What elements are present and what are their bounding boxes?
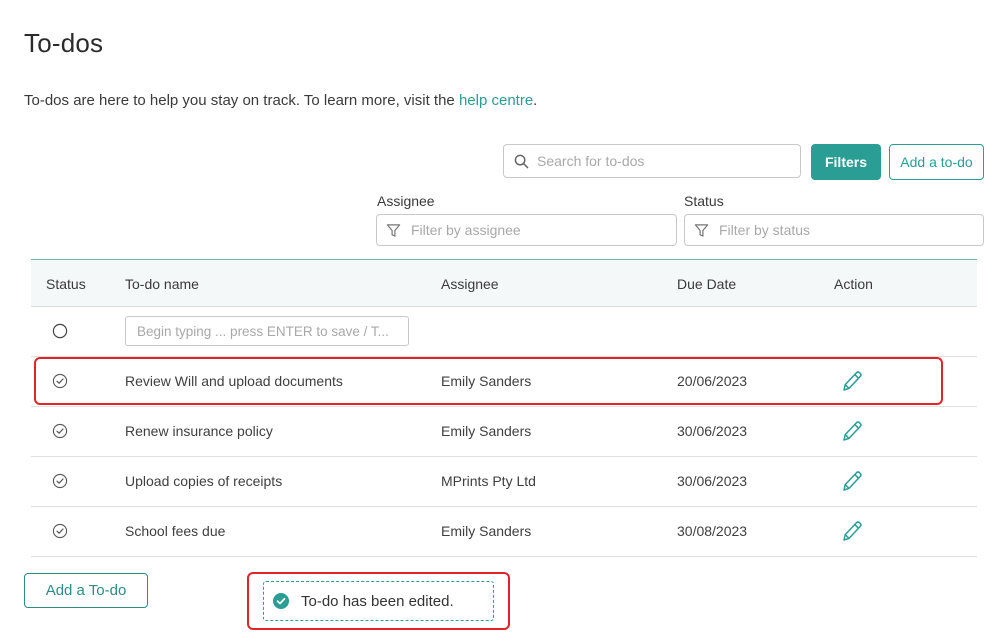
status-check-icon[interactable]: [52, 473, 68, 489]
status-filter-label: Status: [684, 193, 724, 209]
todos-table: Status To-do name Assignee Due Date Acti…: [31, 259, 977, 557]
todo-due-date: 20/06/2023: [677, 373, 748, 389]
todo-assignee: Emily Sanders: [441, 523, 532, 539]
search-input[interactable]: [535, 152, 789, 170]
toast-message: To-do has been edited.: [301, 592, 454, 610]
help-centre-link[interactable]: help centre: [459, 92, 533, 109]
assignee-filter[interactable]: [376, 214, 677, 246]
status-circle-icon[interactable]: [52, 323, 68, 339]
search-box[interactable]: [503, 144, 801, 178]
assignee-filter-label: Assignee: [377, 193, 435, 209]
todo-name: Review Will and upload documents: [125, 373, 343, 389]
edit-pencil-icon[interactable]: [841, 419, 863, 443]
todo-name: School fees due: [125, 523, 226, 539]
page-title: To-dos: [24, 28, 104, 58]
table-row: School fees due Emily Sanders 30/08/2023: [31, 507, 977, 557]
intro-text: To-dos are here to help you stay on trac…: [24, 92, 537, 109]
status-filter[interactable]: [684, 214, 984, 246]
todo-assignee: Emily Sanders: [441, 423, 532, 439]
intro-text-main: To-dos are here to help you stay on trac…: [24, 92, 459, 109]
header-action: Action: [834, 276, 873, 292]
todo-name: Upload copies of receipts: [125, 473, 283, 489]
status-check-icon[interactable]: [52, 423, 68, 439]
edit-pencil-icon[interactable]: [841, 369, 863, 393]
header-due-date[interactable]: Due Date: [677, 276, 736, 292]
header-todo-name[interactable]: To-do name: [125, 276, 199, 292]
status-check-icon[interactable]: [52, 523, 68, 539]
table-row: Upload copies of receipts MPrints Pty Lt…: [31, 457, 977, 507]
edit-pencil-icon[interactable]: [841, 469, 863, 493]
check-circle-icon: [273, 593, 289, 609]
table-header: Status To-do name Assignee Due Date Acti…: [31, 259, 977, 307]
todo-assignee: MPrints Pty Ltd: [441, 473, 536, 489]
todo-due-date: 30/08/2023: [677, 523, 748, 539]
new-todo-row: [31, 307, 977, 357]
filters-button[interactable]: Filters: [811, 144, 881, 180]
todo-due-date: 30/06/2023: [677, 423, 748, 439]
add-todo-button-bottom[interactable]: Add a To-do: [24, 573, 148, 608]
toast-notification: To-do has been edited.: [263, 581, 494, 621]
status-filter-input[interactable]: [717, 221, 961, 239]
todo-name: Renew insurance policy: [125, 423, 273, 439]
header-assignee[interactable]: Assignee: [441, 276, 499, 292]
header-status[interactable]: Status: [46, 276, 86, 292]
edit-pencil-icon[interactable]: [841, 519, 863, 543]
new-todo-input[interactable]: [125, 316, 409, 346]
filter-icon: [386, 223, 401, 237]
add-todo-button-top[interactable]: Add a to-do: [889, 144, 984, 180]
table-row: Review Will and upload documents Emily S…: [31, 357, 977, 407]
filter-icon: [694, 223, 709, 237]
status-check-icon[interactable]: [52, 373, 68, 389]
intro-text-end: .: [533, 92, 538, 109]
todo-assignee: Emily Sanders: [441, 373, 532, 389]
todo-due-date: 30/06/2023: [677, 473, 748, 489]
assignee-filter-input[interactable]: [409, 221, 653, 239]
table-row: Renew insurance policy Emily Sanders 30/…: [31, 407, 977, 457]
search-icon: [514, 154, 529, 168]
